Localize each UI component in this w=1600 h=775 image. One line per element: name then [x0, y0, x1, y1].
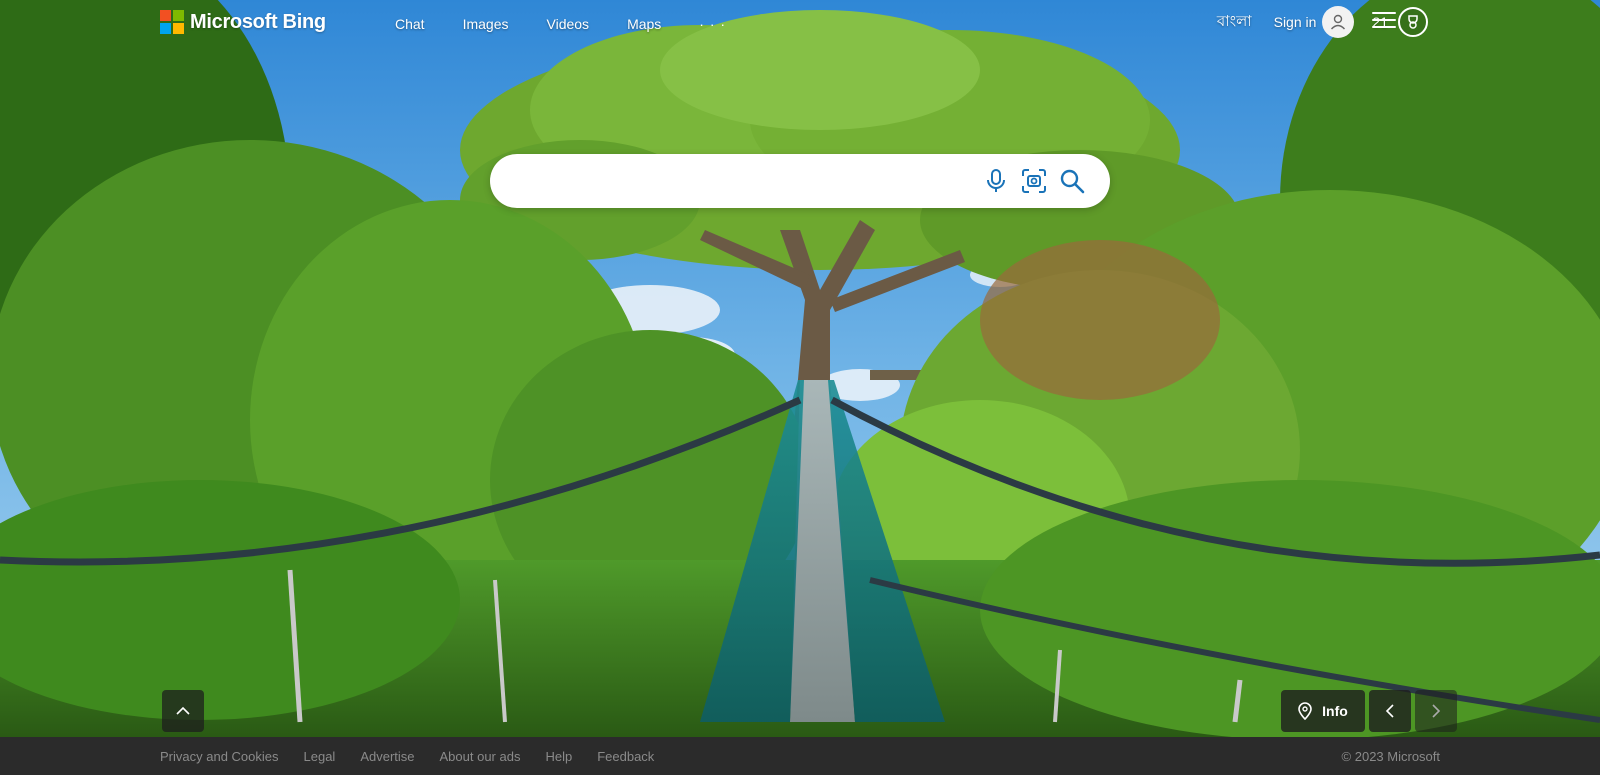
footer-link-advertise[interactable]: Advertise [360, 749, 414, 764]
footer-link-help[interactable]: Help [545, 749, 572, 764]
location-pin-icon [1298, 702, 1312, 720]
hamburger-icon[interactable] [1372, 12, 1396, 32]
rewards-icon[interactable] [1398, 7, 1428, 37]
language-link[interactable]: বাংলা [1217, 10, 1252, 35]
footer-link-feedback[interactable]: Feedback [597, 749, 654, 764]
sign-in-link[interactable]: Sign in [1274, 14, 1317, 30]
footer: Privacy and Cookies Legal Advertise Abou… [0, 737, 1600, 775]
nav-videos[interactable]: Videos [547, 16, 590, 32]
footer-links: Privacy and Cookies Legal Advertise Abou… [160, 749, 679, 764]
copyright: © 2023 Microsoft [1341, 749, 1440, 764]
nav-more-button[interactable]: · · · [699, 16, 726, 32]
search-icon[interactable] [1058, 167, 1086, 195]
header-right: বাংলা Sign in 21 [1217, 6, 1428, 38]
image-info-button[interactable]: Info [1281, 690, 1365, 732]
avatar-icon[interactable] [1322, 6, 1355, 38]
chevron-left-icon [1385, 704, 1394, 718]
nav-chat[interactable]: Chat [395, 16, 425, 32]
microphone-icon[interactable] [982, 167, 1010, 195]
info-label: Info [1322, 703, 1348, 719]
next-image-button[interactable] [1415, 690, 1457, 732]
footer-link-about-ads[interactable]: About our ads [440, 749, 521, 764]
scroll-up-button[interactable] [162, 690, 204, 732]
chevron-right-icon [1432, 704, 1441, 718]
top-nav: Chat Images Videos Maps · · · [395, 16, 726, 32]
nav-images[interactable]: Images [463, 16, 509, 32]
background-image [0, 0, 1600, 737]
visual-search-icon[interactable] [1020, 167, 1048, 195]
microsoft-logo-icon [160, 10, 184, 34]
search-box [490, 154, 1110, 208]
footer-link-privacy[interactable]: Privacy and Cookies [160, 749, 279, 764]
nav-maps[interactable]: Maps [627, 16, 661, 32]
logo-text: Microsoft Bing [190, 10, 326, 33]
search-input[interactable] [512, 162, 976, 202]
bing-logo[interactable]: Microsoft Bing [160, 10, 326, 34]
footer-link-legal[interactable]: Legal [304, 749, 336, 764]
chevron-up-icon [176, 706, 190, 715]
previous-image-button[interactable] [1369, 690, 1411, 732]
